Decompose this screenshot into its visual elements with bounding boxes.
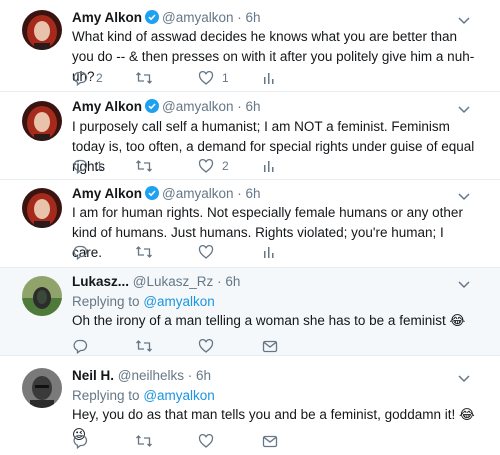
retweet-button[interactable] (135, 431, 153, 451)
tweet[interactable]: Neil H. @neilhelks · 6h Replying to @amy… (0, 356, 500, 455)
separator-dot: · (237, 10, 242, 25)
heart-icon (198, 70, 214, 86)
retweet-button[interactable] (135, 336, 153, 356)
tweet-header: Neil H. @neilhelks · 6h (72, 367, 211, 385)
retweet-icon (135, 338, 153, 354)
heart-icon (198, 433, 214, 449)
retweet-button[interactable] (135, 242, 161, 262)
heart-icon (198, 244, 214, 260)
like-button[interactable] (198, 242, 222, 262)
reply-icon (72, 158, 88, 174)
display-name[interactable]: Amy Alkon (72, 186, 142, 201)
separator-dot: · (187, 368, 193, 383)
analytics-icon (262, 244, 276, 260)
reply-button[interactable] (72, 242, 96, 262)
like-count: 1 (222, 71, 229, 85)
tweet-actions: 2 1 (72, 68, 372, 88)
heart-icon (198, 158, 214, 174)
analytics-button[interactable] (262, 68, 276, 88)
direct-message-icon (262, 338, 278, 354)
reply-count: 1 (96, 159, 103, 173)
display-name[interactable]: Lukasz... (72, 274, 129, 289)
tweet-header: Amy Alkon @amyalkon · 6h (72, 185, 261, 205)
like-button[interactable] (198, 431, 214, 451)
tweet-actions (72, 242, 372, 262)
timestamp[interactable]: 6h (246, 99, 261, 114)
replying-to: Replying to @amyalkon (72, 387, 215, 405)
user-handle[interactable]: @Lukasz_Rz (133, 274, 214, 289)
chevron-down-icon[interactable] (458, 276, 470, 294)
reply-icon (72, 70, 88, 86)
reply-count: 2 (96, 71, 103, 85)
reply-button[interactable]: 2 (72, 68, 103, 88)
tweet-header: Lukasz... @Lukasz_Rz · 6h (72, 273, 240, 291)
separator-dot: · (217, 274, 222, 289)
direct-message-button[interactable] (262, 336, 278, 356)
tweet[interactable]: Amy Alkon @amyalkon · 6h What kind of ass… (0, 0, 500, 92)
avatar[interactable] (22, 188, 62, 228)
replying-to-label: Replying to (72, 294, 140, 309)
tweet-header: Amy Alkon @amyalkon · 6h (72, 98, 261, 118)
analytics-icon (262, 70, 276, 86)
direct-message-button[interactable] (262, 431, 278, 451)
analytics-button[interactable] (262, 156, 276, 176)
timestamp[interactable]: 6h (225, 274, 240, 289)
reply-button[interactable] (72, 431, 88, 451)
analytics-icon (262, 158, 276, 174)
retweet-icon (135, 244, 153, 260)
tweet-header: Amy Alkon @amyalkon · 6h (72, 9, 261, 29)
timestamp[interactable]: 6h (246, 10, 261, 25)
tweet-actions (72, 431, 372, 451)
retweet-icon (135, 158, 153, 174)
user-handle[interactable]: @amyalkon (162, 186, 233, 201)
reply-icon (72, 433, 88, 449)
avatar[interactable] (22, 101, 62, 141)
tweet-text: Oh the irony of a man telling a woman sh… (72, 313, 466, 328)
tweet[interactable]: Amy Alkon @amyalkon · 6h I purposely call… (0, 92, 500, 180)
avatar[interactable] (22, 10, 62, 50)
user-handle[interactable]: @amyalkon (162, 99, 233, 114)
display-name[interactable]: Amy Alkon (72, 99, 142, 114)
display-name[interactable]: Neil H. (72, 368, 114, 383)
retweet-icon (135, 70, 153, 86)
reply-icon (72, 338, 88, 354)
timestamp[interactable]: 6h (196, 368, 211, 383)
retweet-icon (135, 433, 153, 449)
reply-icon (72, 244, 88, 260)
verified-badge-icon (145, 99, 160, 118)
chevron-down-icon[interactable] (458, 370, 470, 388)
timestamp[interactable]: 6h (246, 186, 261, 201)
replying-to-link[interactable]: @amyalkon (143, 294, 214, 309)
retweet-button[interactable] (135, 68, 161, 88)
avatar[interactable] (22, 368, 62, 408)
like-button[interactable]: 1 (198, 68, 229, 88)
tweet[interactable]: Lukasz... @Lukasz_Rz · 6h Replying to @a… (0, 268, 500, 356)
like-count: 2 (222, 159, 229, 173)
separator-dot: · (237, 186, 242, 201)
heart-icon (198, 338, 214, 354)
retweet-button[interactable] (135, 156, 161, 176)
avatar[interactable] (22, 276, 62, 316)
display-name[interactable]: Amy Alkon (72, 10, 142, 25)
replying-to-link[interactable]: @amyalkon (143, 388, 214, 403)
reply-button[interactable]: 1 (72, 156, 103, 176)
analytics-button[interactable] (262, 242, 276, 262)
reply-button[interactable] (72, 336, 88, 356)
tweet-actions: 1 2 (72, 156, 372, 176)
tweet-actions (72, 336, 372, 356)
tweet[interactable]: Amy Alkon @amyalkon · 6h I am for human r… (0, 180, 500, 268)
direct-message-icon (262, 433, 278, 449)
replying-to-label: Replying to (72, 388, 140, 403)
separator-dot: · (237, 99, 242, 114)
user-handle[interactable]: @neilhelks (118, 368, 184, 383)
user-handle[interactable]: @amyalkon (162, 10, 233, 25)
like-button[interactable] (198, 336, 214, 356)
replying-to: Replying to @amyalkon (72, 293, 215, 311)
like-button[interactable]: 2 (198, 156, 229, 176)
